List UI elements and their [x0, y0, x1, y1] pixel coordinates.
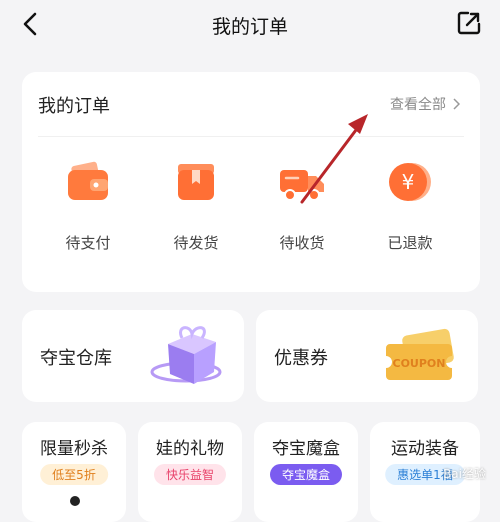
order-status-label: 待收货: [279, 234, 325, 252]
category-tag: 惠选单1福: [385, 464, 465, 485]
chevron-right-icon: [453, 98, 460, 110]
category-card-flash-sale[interactable]: 限量秒杀 低至5折: [22, 422, 126, 522]
order-status-label: 已退款: [387, 234, 433, 252]
order-status-refunded[interactable]: ¥ 已退款: [360, 152, 460, 262]
order-status-pending-shipment[interactable]: 待发货: [146, 152, 246, 262]
view-all-link[interactable]: 查看全部: [390, 94, 460, 114]
coupon-icon-text: COUPON: [393, 357, 446, 370]
order-status-label: 待支付: [65, 234, 111, 252]
yen-coin-icon: ¥: [386, 158, 434, 206]
category-title: 娃的礼物: [156, 439, 224, 459]
view-all-label: 查看全部: [390, 97, 446, 113]
truck-icon: [278, 158, 326, 206]
category-title: 限量秒杀: [40, 439, 108, 459]
category-title: 夺宝魔盒: [272, 439, 340, 459]
order-status-pending-payment[interactable]: 待支付: [38, 152, 138, 262]
category-card-kids-gifts[interactable]: 娃的礼物 快乐益智: [138, 422, 242, 522]
coupon-ticket-icon: COUPON: [386, 328, 454, 380]
category-card-treasure-box[interactable]: 夺宝魔盒 夺宝魔盒: [254, 422, 358, 522]
gift-box-icon: [150, 326, 222, 384]
warehouse-label: 夺宝仓库: [40, 348, 112, 369]
page-title: 我的订单: [211, 16, 288, 38]
top-bar: 我的订单: [0, 0, 500, 52]
product-thumbnail: [70, 496, 80, 506]
orders-title: 我的订单: [38, 96, 110, 117]
coupon-label: 优惠券: [274, 348, 328, 369]
share-button[interactable]: [456, 10, 482, 36]
order-status-label: 待发货: [173, 234, 219, 252]
svg-text:¥: ¥: [402, 170, 415, 194]
divider: [38, 136, 464, 137]
category-title: 运动装备: [391, 439, 459, 459]
category-tag: 快乐益智: [153, 464, 227, 485]
package-icon: [172, 158, 220, 206]
category-tag: 低至5折: [40, 464, 108, 485]
coupon-card[interactable]: 优惠券 COUPON: [256, 310, 478, 402]
warehouse-card[interactable]: 夺宝仓库: [22, 310, 244, 402]
share-external-icon: [457, 11, 481, 35]
category-tag: 夺宝魔盒: [269, 464, 343, 485]
wallet-icon: [64, 158, 112, 206]
category-card-sports-gear[interactable]: 运动装备 惠选单1福: [370, 422, 480, 522]
order-status-pending-receipt[interactable]: 待收货: [252, 152, 352, 262]
orders-card: 我的订单 查看全部 待支付 待发货 待收货 ¥ 已退款: [22, 72, 480, 292]
